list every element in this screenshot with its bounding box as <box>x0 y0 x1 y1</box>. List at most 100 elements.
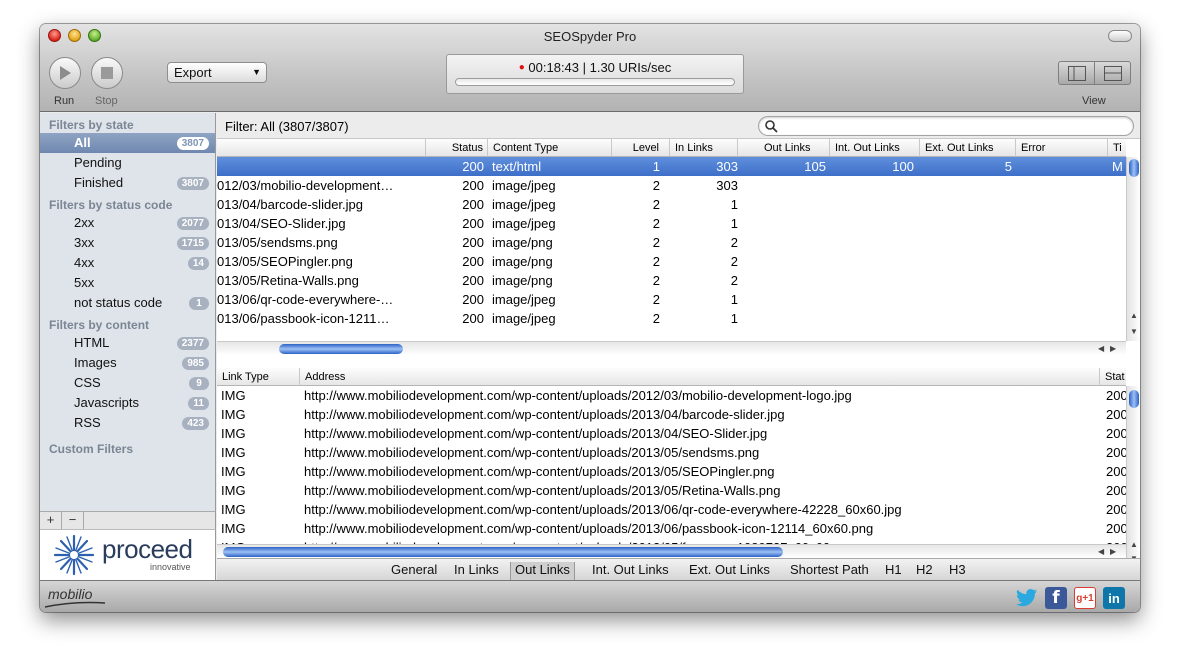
table-row[interactable]: 013/05/SEOPingler.png 200 image/png 2 2 <box>217 252 1126 271</box>
level-cell: 2 <box>652 178 660 193</box>
tab-h2[interactable]: H2 <box>916 562 933 580</box>
column-header-url[interactable] <box>217 139 426 157</box>
status-cell: 200 <box>1106 483 1126 498</box>
scroll-up-arrow-icon[interactable]: ▲ <box>1130 311 1138 320</box>
column-header-int-out-links[interactable]: Int. Out Links <box>830 139 920 157</box>
filter-label: RSS <box>74 415 101 430</box>
table-row[interactable]: 013/04/SEO-Slider.jpg 200 image/jpeg 2 1 <box>217 214 1126 233</box>
status-cell: 200 <box>462 178 484 193</box>
column-header-content-type[interactable]: Content Type <box>488 139 612 157</box>
twitter-icon[interactable] <box>1016 587 1038 609</box>
add-filter-button[interactable]: + <box>40 512 62 529</box>
rows-layout-icon <box>1103 65 1122 81</box>
column-header-level[interactable]: Level <box>612 139 670 157</box>
status-cell: 200 <box>1106 407 1126 422</box>
tab-general[interactable]: General <box>391 562 437 580</box>
run-button[interactable] <box>49 57 81 89</box>
tab-h1[interactable]: H1 <box>885 562 902 580</box>
column-header-out-links[interactable]: Out Links <box>738 139 830 157</box>
toolbar-toggle-button[interactable] <box>1108 30 1132 42</box>
column-header-link-type[interactable]: Link Type <box>217 368 300 386</box>
filter-item-all[interactable]: All 3807 <box>40 133 215 153</box>
table-row[interactable]: 013/05/Retina-Walls.png 200 image/png 2 2 <box>217 271 1126 290</box>
tab-int-out-links[interactable]: Int. Out Links <box>592 562 669 580</box>
filter-item-images[interactable]: Images 985 <box>40 353 215 373</box>
count-badge: 2077 <box>176 217 209 230</box>
table-row[interactable]: 013/05/sendsms.png 200 image/png 2 2 <box>217 233 1126 252</box>
filter-item-html[interactable]: HTML 2377 <box>40 333 215 353</box>
links-table: Link Type Address Stat IMG http://www.mob… <box>217 368 1140 574</box>
scroll-right-arrow-icon[interactable]: ▶ <box>1110 547 1116 556</box>
table-row[interactable]: IMG http://www.mobiliodevelopment.com/wp-… <box>217 405 1126 424</box>
table-row[interactable]: 013/04/barcode-slider.jpg 200 image/jpeg 2 1 <box>217 195 1126 214</box>
table-row[interactable]: 200 text/html 1 303 105 100 5 M <box>217 157 1126 176</box>
search-input[interactable] <box>758 116 1134 136</box>
table-row[interactable]: 013/06/qr-code-everywhere-… 200 image/jpeg… <box>217 290 1126 309</box>
view-toggle-group <box>1058 61 1131 85</box>
table-row[interactable]: IMG http://www.mobiliodevelopment.com/wp-… <box>217 424 1126 443</box>
filter-item-pending[interactable]: Pending <box>40 153 215 173</box>
column-header-in-links[interactable]: In Links <box>670 139 738 157</box>
links-vertical-scrollbar[interactable]: ▲ ▼ <box>1126 386 1140 568</box>
column-header-ext-out-links[interactable]: Ext. Out Links <box>920 139 1016 157</box>
scroll-down-arrow-icon[interactable]: ▼ <box>1130 327 1138 336</box>
filter-item-2xx[interactable]: 2xx 2077 <box>40 213 215 233</box>
view-stacked-button[interactable] <box>1095 62 1130 84</box>
column-header-error[interactable]: Error <box>1016 139 1108 157</box>
proceed-starburst-icon <box>53 534 95 576</box>
table-row[interactable]: IMG http://www.mobiliodevelopment.com/wp-… <box>217 462 1126 481</box>
table-row[interactable]: 013/06/passbook-icon-1211… 200 image/jpeg 2… <box>217 309 1126 328</box>
filter-item-3xx[interactable]: 3xx 1715 <box>40 233 215 253</box>
recording-dot-icon: ● <box>518 62 525 73</box>
urls-horizontal-scrollbar[interactable]: ◀ ▶ <box>217 341 1126 355</box>
facebook-icon[interactable]: f <box>1045 587 1067 609</box>
filter-label: 4xx <box>74 255 95 270</box>
filter-item-4xx[interactable]: 4xx 14 <box>40 253 215 273</box>
scroll-up-arrow-icon[interactable]: ▲ <box>1130 540 1138 549</box>
tab-ext-out-links[interactable]: Ext. Out Links <box>689 562 770 580</box>
urls-vertical-scrollbar[interactable]: ▲ ▼ <box>1126 157 1140 341</box>
filter-item-no-status[interactable]: not status code 1 <box>40 293 215 313</box>
scroll-thumb[interactable] <box>1129 159 1139 177</box>
export-dropdown[interactable]: Export ▼ <box>167 62 267 83</box>
filter-item-css[interactable]: CSS 9 <box>40 373 215 393</box>
status-cell: 200 <box>462 197 484 212</box>
column-header-address[interactable]: Address <box>300 368 1100 386</box>
scroll-thumb[interactable] <box>279 344 403 354</box>
google-plus-icon[interactable]: g+1 <box>1074 587 1096 609</box>
table-row[interactable]: IMG http://www.mobiliodevelopment.com/wp-… <box>217 443 1126 462</box>
column-header-status[interactable]: Status <box>426 139 488 157</box>
count-badge: 11 <box>188 397 209 410</box>
table-row[interactable]: IMG http://www.mobiliodevelopment.com/wp-… <box>217 386 1126 405</box>
filter-item-javascripts[interactable]: Javascripts 11 <box>40 393 215 413</box>
stop-button[interactable] <box>91 57 123 89</box>
tab-shortest-path[interactable]: Shortest Path <box>790 562 869 580</box>
column-header-title[interactable]: Ti <box>1108 139 1126 157</box>
table-row[interactable]: IMG http://www.mobiliodevelopment.com/wp-… <box>217 481 1126 500</box>
filter-item-finished[interactable]: Finished 3807 <box>40 173 215 193</box>
table-row[interactable]: IMG http://www.mobiliodevelopment.com/wp-… <box>217 519 1126 538</box>
linkedin-icon[interactable]: in <box>1103 587 1125 609</box>
tab-out-links[interactable]: Out Links <box>510 562 575 580</box>
view-side-by-side-button[interactable] <box>1059 62 1095 84</box>
filter-item-rss[interactable]: RSS 423 <box>40 413 215 433</box>
filter-item-5xx[interactable]: 5xx <box>40 273 215 293</box>
links-horizontal-scrollbar[interactable]: ◀ ▶ <box>217 544 1126 558</box>
remove-filter-button[interactable]: − <box>62 512 84 529</box>
url-cell: 013/05/Retina-Walls.png <box>217 273 359 288</box>
filter-label: Finished <box>74 175 124 190</box>
scroll-thumb[interactable] <box>1129 390 1139 408</box>
table-row[interactable]: 012/03/mobilio-development… 200 image/jpeg… <box>217 176 1126 195</box>
content-type-cell: image/jpeg <box>492 292 556 307</box>
tab-in-links[interactable]: In Links <box>454 562 499 580</box>
tab-h3[interactable]: H3 <box>949 562 966 580</box>
scroll-left-arrow-icon[interactable]: ◀ <box>1098 547 1104 556</box>
content-type-cell: text/html <box>492 159 542 174</box>
scroll-left-arrow-icon[interactable]: ◀ <box>1098 344 1104 353</box>
level-cell: 2 <box>652 254 660 269</box>
table-row[interactable]: IMG http://www.mobiliodevelopment.com/wp-… <box>217 500 1126 519</box>
column-header-status[interactable]: Stat <box>1100 368 1126 386</box>
scroll-right-arrow-icon[interactable]: ▶ <box>1110 344 1116 353</box>
scroll-thumb[interactable] <box>223 547 783 557</box>
link-type-cell: IMG <box>221 464 246 479</box>
